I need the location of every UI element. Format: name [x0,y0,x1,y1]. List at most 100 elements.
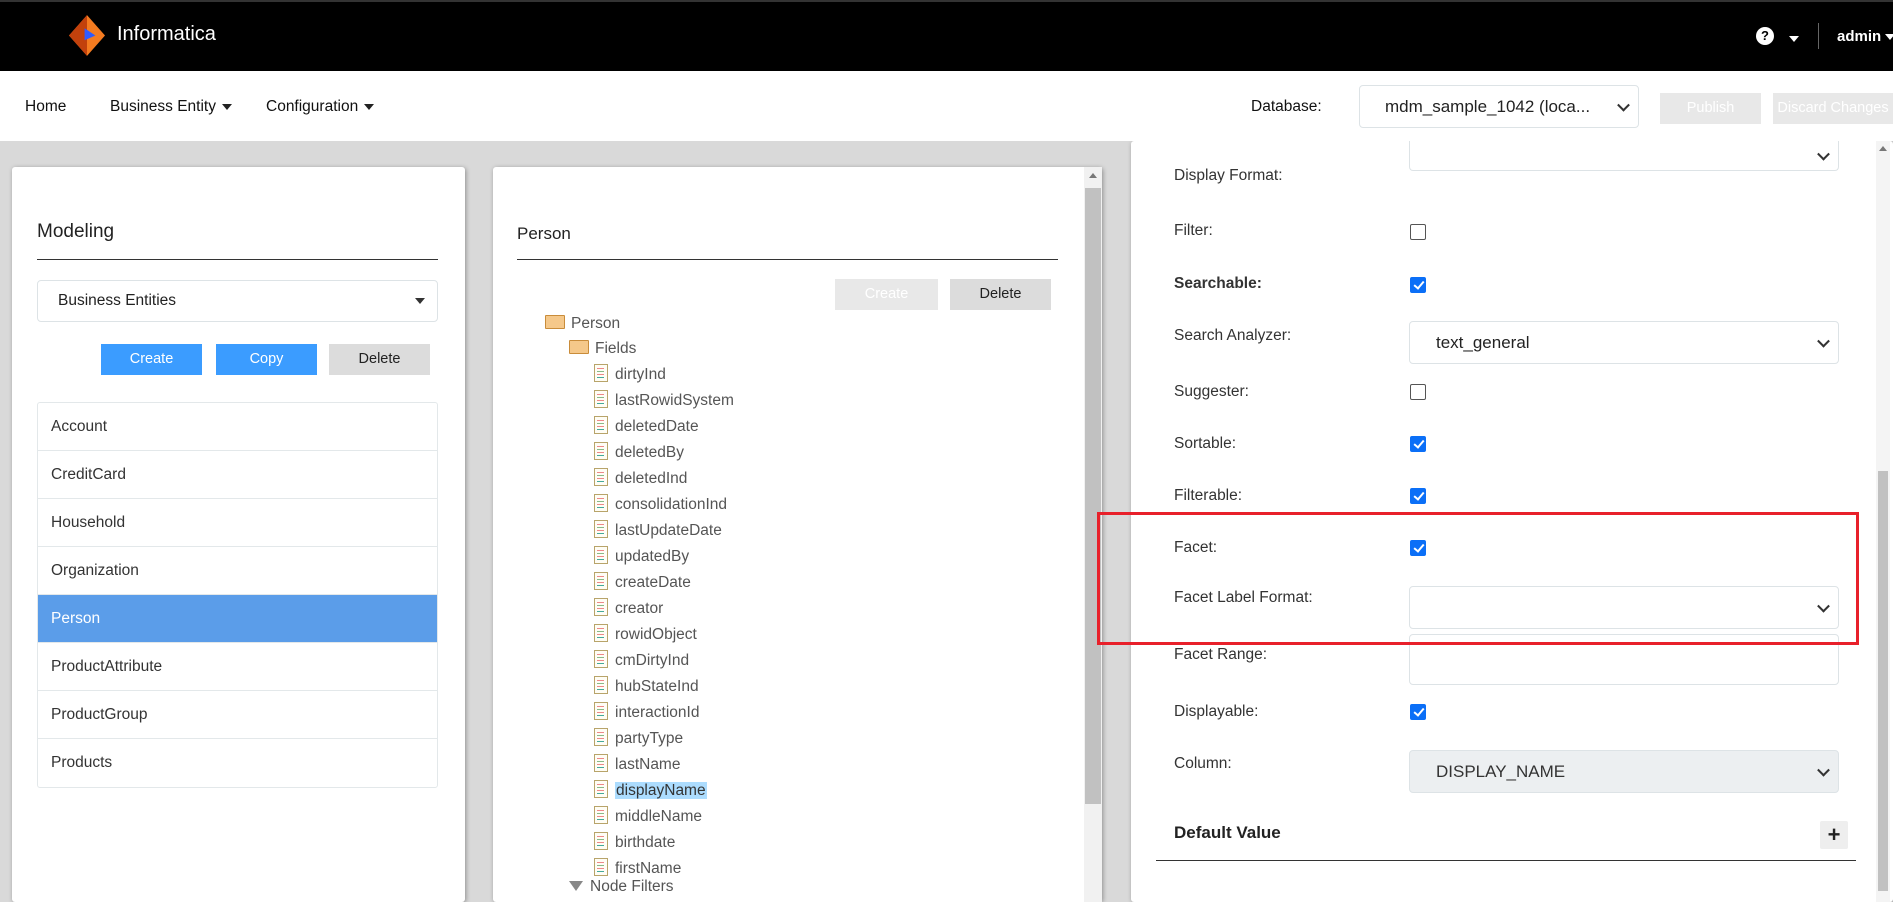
tree-node-node-filters[interactable]: Node Filters [569,875,674,899]
caret-down-icon [415,298,425,304]
help-caret-icon[interactable] [1789,36,1799,42]
tree-node-field[interactable]: middleName [594,805,702,829]
searchable-checkbox[interactable] [1410,277,1426,293]
tree-node-field[interactable]: displayName [594,779,707,803]
tree-node-field[interactable]: creator [594,597,663,621]
field-icon [594,624,608,642]
default-value-heading: Default Value [1174,823,1281,842]
tree-node-fields[interactable]: Fields [569,337,636,361]
scrollbar-thumb[interactable] [1878,471,1888,891]
scrollbar-thumb[interactable] [1085,188,1101,804]
database-label: Database: [1251,98,1322,115]
field-icon [594,364,608,382]
tree-node-label: birthdate [615,834,676,851]
entity-item-products[interactable]: Products [38,739,437,787]
informatica-logo-icon [69,15,105,56]
nav-home[interactable]: Home [25,98,66,116]
copy-button[interactable]: Copy [216,344,317,375]
tree-node-label: displayName [615,782,707,799]
divider [37,259,438,260]
search-analyzer-select[interactable]: text_general [1409,321,1839,364]
help-icon[interactable]: ? [1756,27,1774,45]
folder-open-icon [569,340,589,354]
divider [1818,23,1819,49]
divider [517,259,1058,260]
filterable-checkbox[interactable] [1410,488,1426,504]
create-button[interactable]: Create [101,344,202,375]
tree-create-button[interactable]: Create [835,279,938,310]
nav-bar: Home Business Entity Configuration Datab… [0,71,1893,141]
tree-node-field[interactable]: deletedBy [594,441,684,465]
user-menu[interactable]: admin [1837,28,1893,45]
tree-node-person[interactable]: Person [545,312,620,336]
field-icon [594,598,608,616]
tree-node-field[interactable]: updatedBy [594,545,689,569]
suggester-label: Suggester: [1174,383,1249,400]
add-default-value-button[interactable]: + [1820,821,1848,849]
tree-node-label: lastUpdateDate [615,522,722,539]
delete-button[interactable]: Delete [329,344,430,375]
tree-node-field[interactable]: dirtyInd [594,363,666,387]
searchable-label: Searchable: [1174,275,1262,292]
tree-node-field[interactable]: hubStateInd [594,675,699,699]
tree-node-field[interactable]: lastRowidSystem [594,389,734,413]
field-icon [594,754,608,772]
tree-node-field[interactable]: cmDirtyInd [594,649,689,673]
tree-node-field[interactable]: rowidObject [594,623,697,647]
entity-item-account[interactable]: Account [38,403,437,451]
sortable-label: Sortable: [1174,435,1237,452]
tree-node-label: updatedBy [615,548,690,565]
entity-type-select[interactable]: Business Entities [37,280,438,322]
highlight-box [1097,512,1859,645]
column-label: Column: [1174,755,1232,772]
displayable-label: Displayable: [1174,703,1259,720]
tree-node-label: lastName [615,756,681,773]
tree-node-label: Person [571,315,621,332]
entity-item-person[interactable]: Person [38,595,437,643]
column-select[interactable]: DISPLAY_NAME [1409,750,1839,793]
scroll-up-arrow-icon[interactable] [1089,173,1097,178]
chevron-down-icon [1817,763,1830,777]
tree-node-label: createDate [615,574,691,591]
field-icon [594,442,608,460]
nav-label: Business Entity [110,98,216,115]
caret-down-icon [364,103,375,110]
tree-delete-button[interactable]: Delete [950,279,1051,310]
tree-node-label: rowidObject [615,626,697,643]
scrollbar[interactable] [1876,141,1890,902]
entity-item-productgroup[interactable]: ProductGroup [38,691,437,739]
sortable-checkbox[interactable] [1410,436,1426,452]
database-select[interactable]: mdm_sample_1042 (loca... [1359,85,1639,128]
field-icon [594,858,608,876]
entity-item-creditcard[interactable]: CreditCard [38,451,437,499]
nav-label: Configuration [266,98,359,115]
panel-title: Person [517,224,571,243]
entity-tree-panel: Person Create Delete Person Fields dirty… [493,167,1102,902]
field-icon [594,468,608,486]
brand-name: Informatica [117,23,216,45]
tree-node-field[interactable]: partyType [594,727,683,751]
tree-node-field[interactable]: deletedInd [594,467,687,491]
displayable-checkbox[interactable] [1410,704,1426,720]
tree-node-field[interactable]: lastName [594,753,680,777]
tree-node-field[interactable]: birthdate [594,831,675,855]
nav-business-entity[interactable]: Business Entity [110,98,232,116]
entity-item-organization[interactable]: Organization [38,547,437,595]
tree-node-field[interactable]: deletedDate [594,415,699,439]
scroll-up-arrow-icon[interactable] [1879,146,1887,151]
filter-checkbox[interactable] [1410,224,1426,240]
filter-icon [569,881,583,891]
display-format-select[interactable] [1409,141,1839,171]
suggester-checkbox[interactable] [1410,384,1426,400]
entity-list: Account CreditCard Household Organizatio… [37,402,438,788]
publish-button[interactable]: Publish [1660,93,1761,124]
nav-configuration[interactable]: Configuration [266,98,375,116]
entity-item-productattribute[interactable]: ProductAttribute [38,643,437,691]
tree-node-field[interactable]: lastUpdateDate [594,519,722,543]
field-icon [594,416,608,434]
discard-changes-button[interactable]: Discard Changes [1773,93,1893,124]
tree-node-field[interactable]: interactionId [594,701,699,725]
tree-node-field[interactable]: consolidationInd [594,493,727,517]
tree-node-field[interactable]: createDate [594,571,691,595]
entity-item-household[interactable]: Household [38,499,437,547]
